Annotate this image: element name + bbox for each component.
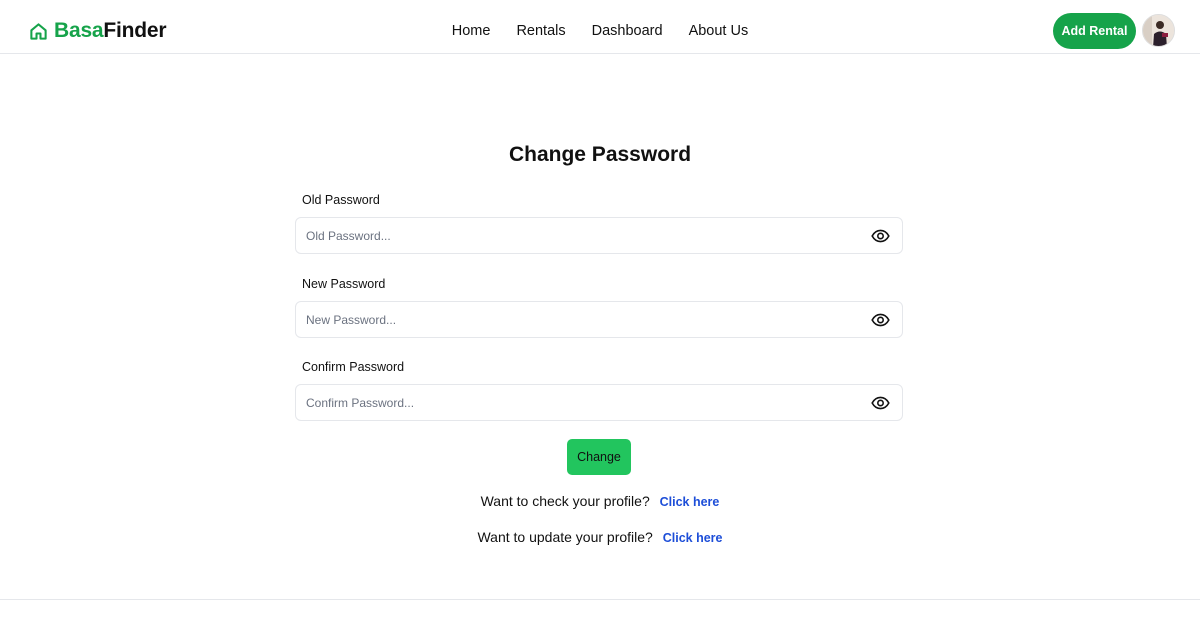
confirm-password-field xyxy=(295,384,903,421)
eye-icon[interactable] xyxy=(870,227,890,245)
nav-link-dashboard[interactable]: Dashboard xyxy=(592,20,663,42)
old-password-label: Old Password xyxy=(302,193,380,207)
old-password-field xyxy=(295,217,903,254)
confirm-password-label: Confirm Password xyxy=(302,360,405,374)
check-profile-prompt: Want to check your profile? xyxy=(480,493,650,509)
nav-link-home[interactable]: Home xyxy=(452,20,491,42)
footer-divider xyxy=(0,599,1200,600)
update-profile-link[interactable]: Click here xyxy=(663,531,723,545)
new-password-input[interactable] xyxy=(306,302,846,337)
update-profile-row: Want to update your profile? Click here xyxy=(0,529,1200,545)
nav-link-rentals[interactable]: Rentals xyxy=(516,20,565,42)
check-profile-link[interactable]: Click here xyxy=(660,495,720,509)
eye-icon[interactable] xyxy=(870,394,890,412)
update-profile-prompt: Want to update your profile? xyxy=(477,529,653,545)
nav-link-about-us[interactable]: About Us xyxy=(689,20,749,42)
confirm-password-input[interactable] xyxy=(306,385,846,420)
page-title: Change Password xyxy=(508,143,692,166)
avatar[interactable] xyxy=(1142,14,1175,47)
eye-icon[interactable] xyxy=(870,311,890,329)
change-password-button[interactable]: Change xyxy=(567,439,631,475)
navbar: BasaFinder Home Rentals Dashboard About … xyxy=(0,0,1200,54)
new-password-label: New Password xyxy=(302,277,386,291)
check-profile-row: Want to check your profile? Click here xyxy=(0,493,1200,509)
new-password-field xyxy=(295,301,903,338)
old-password-input[interactable] xyxy=(306,218,846,253)
main-nav: Home Rentals Dashboard About Us xyxy=(0,20,1200,42)
avatar-image xyxy=(1143,15,1174,46)
add-rental-button[interactable]: Add Rental xyxy=(1053,13,1136,49)
